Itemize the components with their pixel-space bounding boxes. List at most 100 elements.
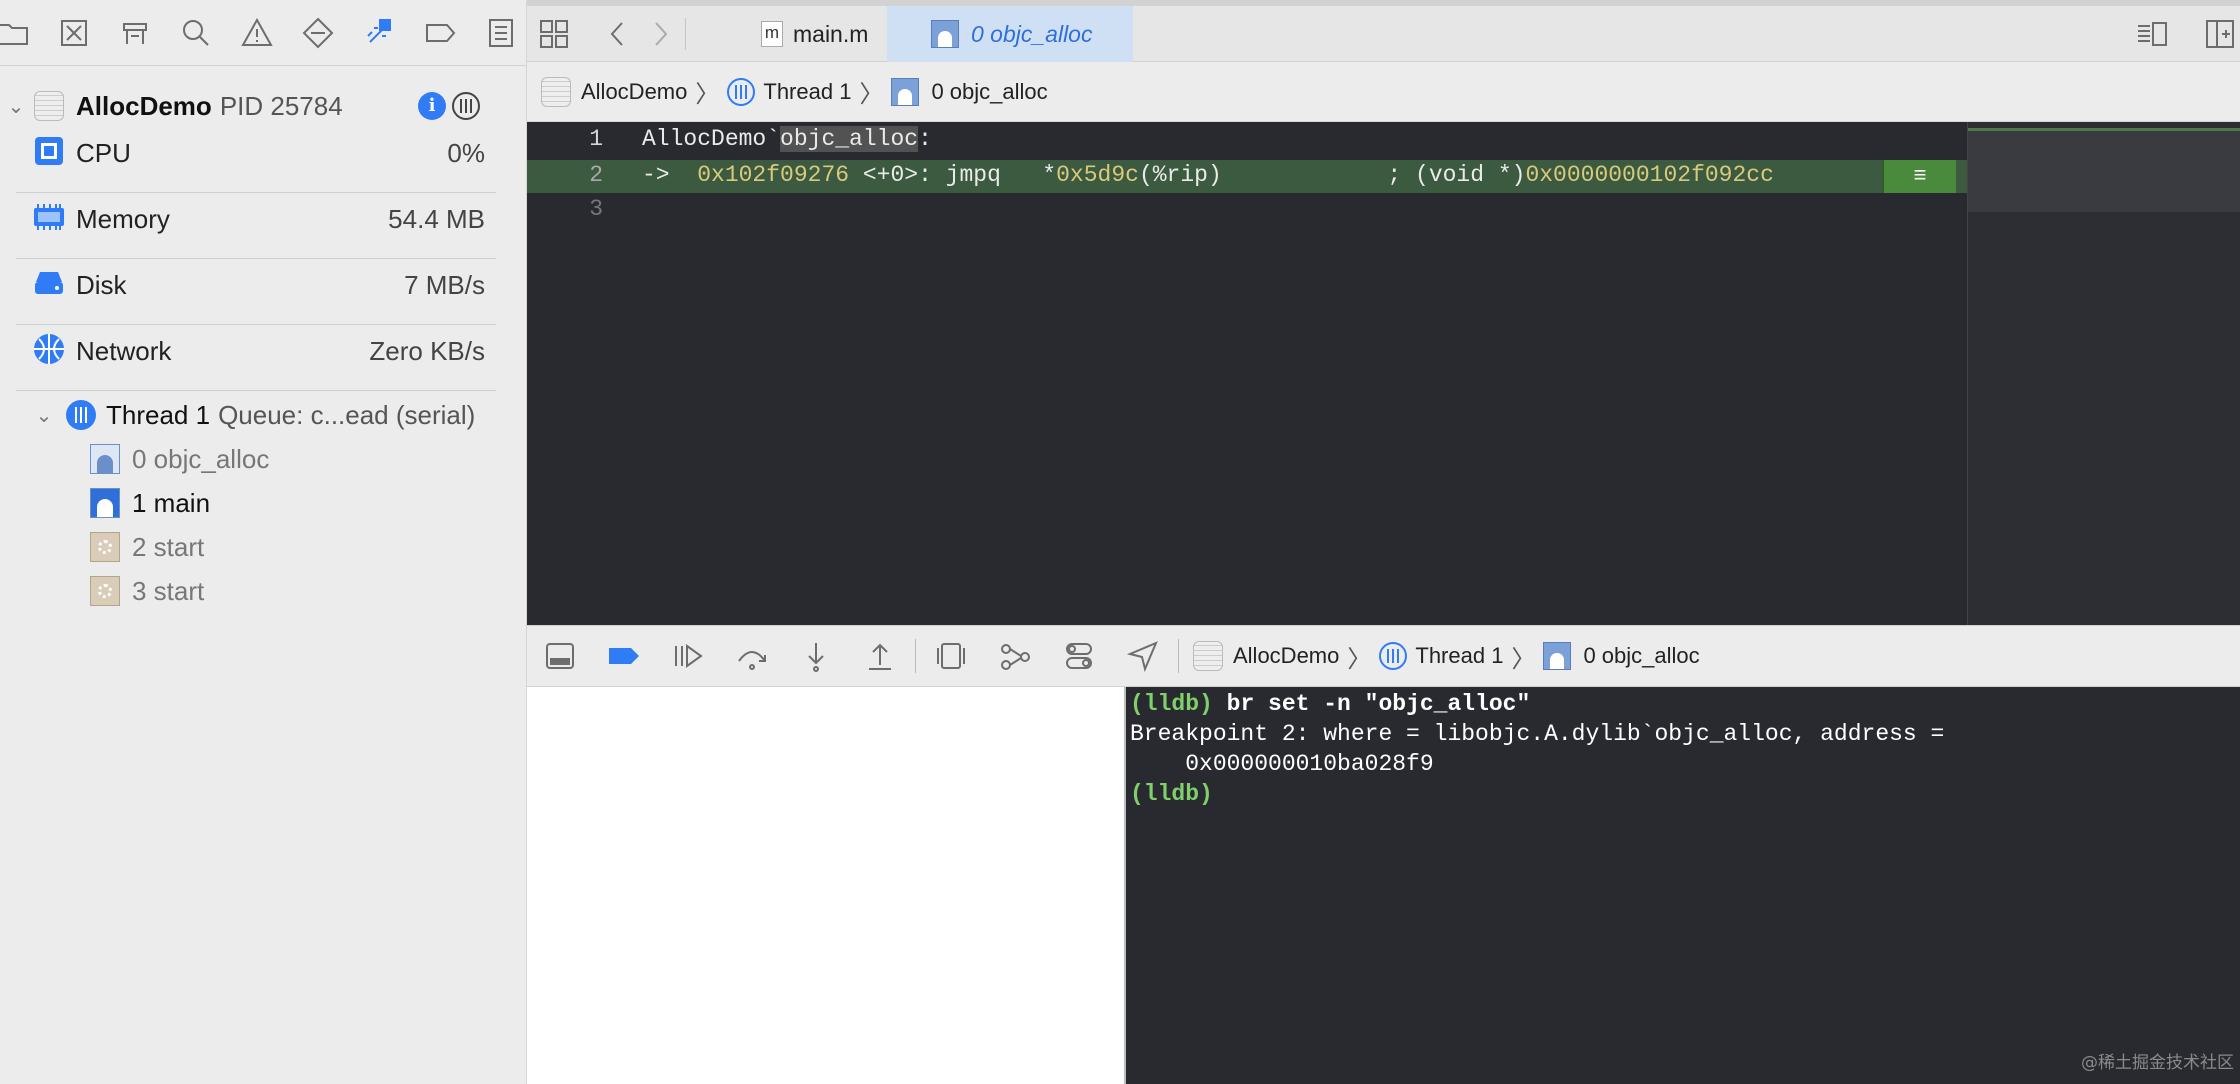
- line-number: 3: [589, 196, 603, 222]
- stack-frame[interactable]: 0 objc_alloc: [90, 440, 269, 478]
- test-icon[interactable]: [301, 16, 335, 50]
- forward-icon[interactable]: [643, 17, 677, 51]
- gauge-label: Memory: [76, 203, 170, 234]
- app-icon: [34, 91, 64, 121]
- info-icon[interactable]: i: [418, 92, 446, 120]
- gauge-value: 7 MB/s: [404, 269, 485, 300]
- stack-frame[interactable]: 3 start: [90, 572, 204, 610]
- gauge-value: 0%: [447, 137, 485, 168]
- divider: [685, 18, 686, 50]
- app-icon: [1193, 641, 1223, 671]
- thread-row[interactable]: ⌄ Thread 1 Queue: c...ead (serial): [0, 396, 527, 434]
- thread-queue: Queue: c...ead (serial): [218, 399, 476, 430]
- gauge-memory[interactable]: Memory 54.4 MB: [0, 186, 527, 252]
- inspector-icon[interactable]: [2135, 17, 2169, 51]
- user-frame-icon: [1543, 642, 1572, 670]
- lldb-prompt: (lldb): [1130, 781, 1213, 807]
- chevron-down-icon[interactable]: ⌄: [34, 403, 54, 428]
- warning-icon[interactable]: [240, 16, 274, 50]
- minimap-viewport[interactable]: [1968, 128, 2240, 212]
- add-editor-icon[interactable]: [2203, 17, 2237, 51]
- frame-label: 0 objc_alloc: [132, 443, 270, 474]
- divider: [16, 390, 496, 391]
- location-icon[interactable]: [1126, 639, 1160, 673]
- process-row[interactable]: ⌄ AllocDemo PID 25784 i: [0, 88, 527, 124]
- user-frame-icon: [90, 444, 120, 474]
- report-icon[interactable]: [484, 16, 518, 50]
- memory-graph-icon[interactable]: [998, 639, 1032, 673]
- console-line: (lldb) br set -n "objc_alloc": [1130, 689, 2240, 719]
- console-line: Breakpoint 2: where = libobjc.A.dylib`ob…: [1130, 721, 1945, 747]
- back-icon[interactable]: [601, 17, 635, 51]
- thread-name: Thread 1: [106, 399, 211, 430]
- watermark: @稀土掘金技术社区: [2081, 1053, 2234, 1073]
- breadcrumb-item[interactable]: Thread 1: [763, 79, 851, 105]
- thread-icon: [727, 77, 756, 106]
- thread-icon: [1379, 642, 1408, 670]
- gauge-disk[interactable]: Disk 7 MB/s: [0, 252, 527, 318]
- pc-arrow: ->: [642, 162, 670, 188]
- gauge-label: Disk: [76, 269, 127, 300]
- lldb-prompt: (lldb): [1130, 691, 1213, 717]
- breadcrumb-item[interactable]: 0 objc_alloc: [1583, 643, 1699, 669]
- disassembly-editor[interactable]: 1 AllocDemo`objc_alloc: 2 -> 0x102f09276…: [527, 122, 1967, 625]
- breadcrumb-label: AllocDemo: [581, 78, 688, 104]
- lldb-console[interactable]: (lldb) br set -n "objc_alloc" Breakpoint…: [1124, 687, 2240, 1084]
- gauge-network[interactable]: Network Zero KB/s: [0, 318, 527, 384]
- breadcrumb-item[interactable]: Thread 1: [1415, 643, 1503, 669]
- tab-main-m[interactable]: m main.m: [727, 6, 913, 62]
- divider: [915, 639, 916, 673]
- breakpoints-toggle-icon[interactable]: [607, 639, 641, 673]
- debug-icon[interactable]: [362, 16, 396, 50]
- chevron-right-icon: 〉: [1511, 645, 1536, 673]
- step-over-icon[interactable]: [735, 639, 769, 673]
- instruction-register: (%rip): [1138, 162, 1222, 188]
- chevron-down-icon[interactable]: ⌄: [6, 94, 26, 119]
- breadcrumb-label: Thread 1: [1415, 643, 1504, 668]
- breadcrumb-label: 0 objc_alloc: [1583, 643, 1700, 668]
- hide-debug-area-icon[interactable]: [543, 639, 577, 673]
- system-frame-icon: [90, 576, 120, 606]
- step-out-icon[interactable]: [863, 639, 897, 673]
- console-command: br set -n "objc_alloc": [1226, 691, 1531, 717]
- tab-bar: m main.m 0 objc_alloc: [527, 0, 2240, 62]
- breakpoint-flag[interactable]: ≡: [1882, 160, 1956, 193]
- view-hierarchy-icon[interactable]: [934, 639, 968, 673]
- stack-frame[interactable]: 2 start: [90, 528, 204, 566]
- environment-overrides-icon[interactable]: [1062, 639, 1096, 673]
- tab-label: main.m: [793, 20, 869, 47]
- instruction-comment: ; (void *): [1387, 162, 1526, 188]
- process-pid: PID 25784: [219, 90, 343, 121]
- frame-label: 2 start: [132, 531, 205, 562]
- console-line: (lldb): [1130, 779, 2240, 809]
- gauge-cpu[interactable]: CPU 0%: [0, 120, 527, 186]
- gauge-label: Network: [76, 335, 172, 366]
- breadcrumb-label: 0 objc_alloc: [931, 78, 1048, 104]
- step-into-icon[interactable]: [799, 639, 833, 673]
- frame-label: 1 main: [132, 487, 211, 518]
- thread-filter-icon[interactable]: [452, 92, 480, 120]
- instruction-address: 0x102f09276: [697, 162, 850, 188]
- navigator-toolbar: [0, 0, 526, 66]
- cpu-icon: [32, 134, 66, 173]
- breadcrumb-item[interactable]: AllocDemo: [1233, 643, 1339, 669]
- user-frame-icon: [931, 20, 959, 48]
- source-control-icon[interactable]: [57, 16, 91, 50]
- breadcrumb-item[interactable]: 0 objc_alloc: [931, 79, 1047, 105]
- breadcrumb-label: Thread 1: [763, 78, 852, 104]
- code-text: :: [918, 126, 932, 152]
- tab-objc-alloc[interactable]: 0 objc_alloc: [887, 6, 1133, 62]
- divider: [1178, 639, 1179, 673]
- search-icon[interactable]: [179, 16, 213, 50]
- continue-icon[interactable]: [671, 639, 705, 673]
- disk-icon: [32, 266, 66, 305]
- minimap[interactable]: [1967, 122, 2240, 625]
- objc-file-icon: m: [761, 21, 783, 47]
- symbol-icon[interactable]: [118, 16, 152, 50]
- variables-view[interactable]: [527, 687, 1123, 1084]
- stack-frame[interactable]: 1 main: [90, 484, 210, 522]
- breadcrumb-item[interactable]: AllocDemo: [581, 79, 687, 105]
- grid-icon[interactable]: [537, 17, 571, 51]
- folder-icon[interactable]: [0, 16, 30, 50]
- breakpoint-icon[interactable]: [423, 16, 457, 50]
